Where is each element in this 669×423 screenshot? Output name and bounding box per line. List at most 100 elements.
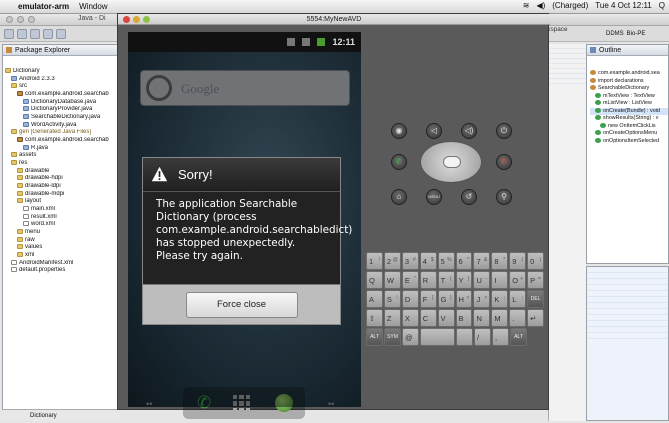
- app-menu[interactable]: emulator-arm: [18, 2, 69, 11]
- tree-item[interactable]: menu: [5, 229, 120, 237]
- key[interactable]: DEL: [527, 290, 545, 308]
- outline-item[interactable]: mTextView : TextView: [590, 93, 668, 101]
- tree-item[interactable]: drawable-hdpi: [5, 175, 120, 183]
- key[interactable]: ↵: [527, 309, 545, 327]
- key[interactable]: R: [419, 271, 437, 289]
- minimize-icon[interactable]: [17, 16, 24, 23]
- zoom-icon[interactable]: [28, 16, 35, 23]
- tree-item[interactable]: DictionaryDatabase.java: [5, 98, 120, 107]
- tree-item[interactable]: DictionaryProvider.java: [5, 106, 120, 114]
- key[interactable]: K;: [491, 290, 509, 308]
- tree-item[interactable]: com.example.android.searchab: [5, 137, 120, 145]
- tree-item[interactable]: xml: [5, 252, 120, 260]
- save-icon[interactable]: [17, 28, 27, 39]
- tree-item[interactable]: main.xml: [5, 206, 120, 214]
- key[interactable]: G]: [437, 290, 455, 308]
- tree-item[interactable]: drawable-ldpi: [5, 183, 120, 191]
- tree-item[interactable]: default.properties: [5, 267, 120, 275]
- outline-item[interactable]: showResults(String) : v: [590, 115, 668, 123]
- key[interactable]: 6 ^: [455, 252, 473, 270]
- key[interactable]: [456, 328, 473, 346]
- outline-item[interactable]: import declarations: [590, 78, 668, 86]
- key[interactable]: P =: [527, 271, 545, 289]
- tree-item[interactable]: AndroidManifest.xml: [5, 259, 120, 268]
- key[interactable]: S \: [383, 290, 401, 308]
- key[interactable]: T{: [437, 271, 455, 289]
- key[interactable]: H <: [455, 290, 473, 308]
- tree-item[interactable]: src: [5, 83, 120, 91]
- avd-manager-icon[interactable]: [56, 28, 66, 39]
- key[interactable]: 7 &: [473, 252, 491, 270]
- key[interactable]: 1!: [366, 252, 383, 270]
- tree-item[interactable]: res: [5, 160, 120, 168]
- key[interactable]: O +: [509, 271, 527, 289]
- tree-item[interactable]: layout: [5, 198, 120, 206]
- key[interactable]: C: [419, 309, 437, 327]
- key[interactable]: N: [473, 309, 491, 327]
- key[interactable]: Z: [383, 309, 401, 327]
- menu-window[interactable]: Window: [79, 2, 107, 11]
- tree-item[interactable]: word.xml: [5, 221, 120, 229]
- key[interactable]: B: [455, 309, 473, 327]
- tree-item[interactable]: SearchableDictionary.java: [5, 114, 120, 122]
- key[interactable]: 2 @: [383, 252, 401, 270]
- key[interactable]: I: [491, 271, 509, 289]
- key[interactable]: 3 #: [401, 252, 419, 270]
- tree-item[interactable]: values: [5, 244, 120, 252]
- key[interactable]: J >: [473, 290, 491, 308]
- outline-tab[interactable]: Outline: [587, 45, 668, 56]
- back-icon[interactable]: ↺: [461, 189, 477, 205]
- outline-item[interactable]: onCreate(Bundle) : void: [590, 107, 668, 115]
- zoom-icon[interactable]: [143, 16, 150, 23]
- power-icon[interactable]: ⏻: [496, 123, 512, 139]
- key[interactable]: F[: [419, 290, 437, 308]
- spotlight-icon[interactable]: Q: [659, 1, 665, 10]
- key[interactable]: /: [474, 328, 491, 346]
- tree-item[interactable]: Dictionary: [5, 68, 120, 76]
- outline-item[interactable]: onCreateOptionsMenu: [590, 130, 668, 138]
- key[interactable]: U-: [473, 271, 491, 289]
- home-icon[interactable]: ⌂: [391, 189, 407, 205]
- tree-item[interactable]: assets: [5, 152, 120, 160]
- tree-item[interactable]: Android 2.3.3: [5, 75, 120, 84]
- menu-button[interactable]: MENU: [426, 189, 442, 205]
- key[interactable]: ALT: [510, 328, 527, 346]
- call-icon[interactable]: ✆: [391, 154, 407, 170]
- key[interactable]: D: [401, 290, 419, 308]
- key[interactable]: SYM: [384, 328, 401, 346]
- tree-item[interactable]: gen [Generated Java Files]: [5, 129, 120, 137]
- close-icon[interactable]: [123, 16, 130, 23]
- new-icon[interactable]: [4, 28, 14, 39]
- outline-item[interactable]: new OnItemClickLis: [590, 123, 668, 131]
- key[interactable]: L:: [509, 290, 527, 308]
- outline-item[interactable]: com.example.android.sea: [590, 70, 668, 78]
- key[interactable]: 8 *: [491, 252, 509, 270]
- key[interactable]: W: [383, 271, 401, 289]
- key[interactable]: Q: [366, 271, 383, 289]
- outline-item[interactable]: mListView : ListView: [590, 100, 668, 108]
- key[interactable]: 0): [527, 252, 545, 270]
- key[interactable]: ALT: [366, 328, 383, 346]
- volume-down-icon[interactable]: ◁: [426, 123, 442, 139]
- wifi-icon[interactable]: ≋: [523, 1, 530, 10]
- volume-icon[interactable]: ◀): [536, 1, 545, 10]
- minimize-icon[interactable]: [133, 16, 140, 23]
- key[interactable]: X: [401, 309, 419, 327]
- android-sdk-icon[interactable]: [43, 28, 53, 39]
- key[interactable]: ⇧: [366, 309, 383, 327]
- key[interactable]: 5%: [437, 252, 455, 270]
- key[interactable]: V: [437, 309, 455, 327]
- key[interactable]: [420, 328, 455, 346]
- key[interactable]: M: [491, 309, 509, 327]
- key[interactable]: 9(: [509, 252, 527, 270]
- tree-item[interactable]: result.xml: [5, 213, 120, 222]
- clock[interactable]: Tue 4 Oct 12:11: [595, 1, 651, 10]
- key[interactable]: ,: [492, 328, 509, 346]
- outline-item[interactable]: SearchableDictionary: [590, 85, 668, 93]
- key[interactable]: @: [402, 328, 419, 346]
- end-call-icon[interactable]: ✆: [496, 154, 512, 170]
- tree-item[interactable]: drawable: [5, 167, 120, 176]
- print-icon[interactable]: [30, 28, 40, 39]
- key[interactable]: E ": [401, 271, 419, 289]
- perspective-ddms[interactable]: DDMS: [606, 31, 624, 37]
